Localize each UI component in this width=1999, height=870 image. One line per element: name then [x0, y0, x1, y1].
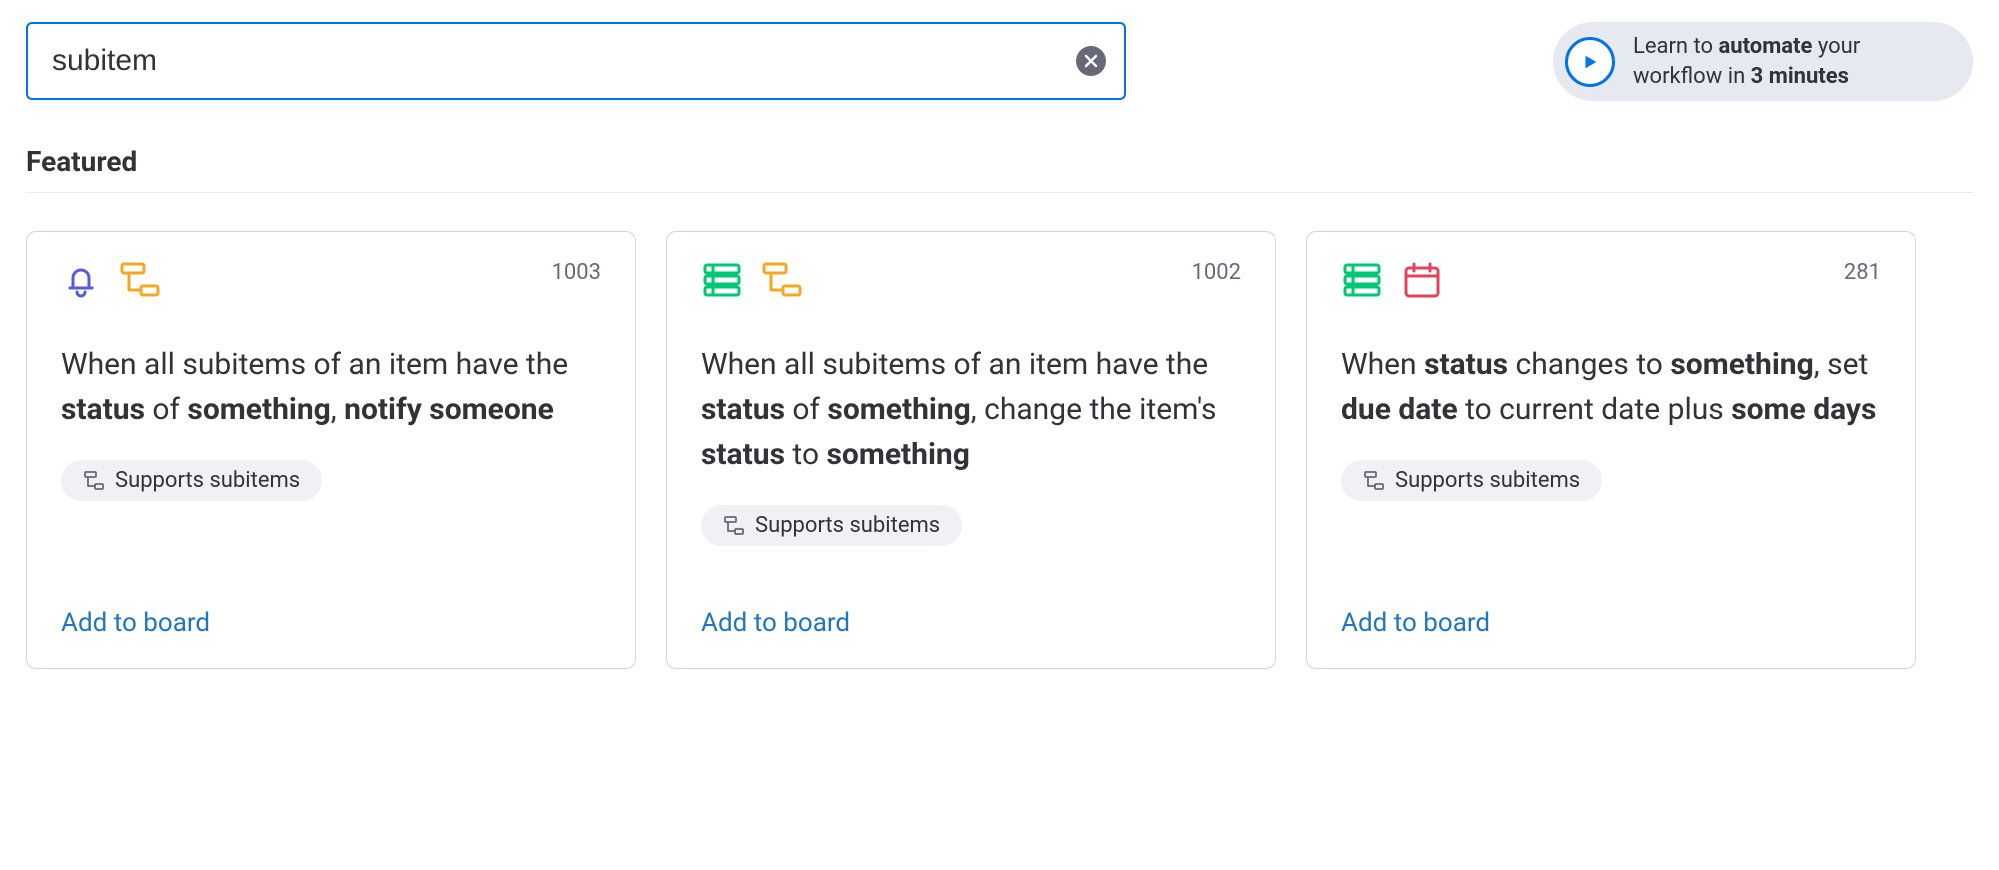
supports-subitems-badge: Supports subitems: [701, 505, 962, 546]
automation-card[interactable]: 281 When status changes to something, set…: [1306, 231, 1916, 669]
clear-search-button[interactable]: [1076, 46, 1106, 76]
subitems-icon: [761, 260, 803, 300]
add-to-board-link[interactable]: Add to board: [1341, 546, 1881, 638]
close-icon: [1083, 53, 1099, 69]
usage-count: 281: [1844, 260, 1881, 285]
add-to-board-link[interactable]: Add to board: [61, 546, 601, 638]
learn-automate-promo[interactable]: Learn to automate your workflow in 3 min…: [1553, 22, 1973, 101]
card-icons: [61, 260, 161, 300]
usage-count: 1002: [1192, 260, 1241, 285]
automation-description: When all subitems of an item have the st…: [61, 342, 601, 432]
cards-row: 1003 When all subitems of an item have th…: [26, 231, 1973, 669]
automation-card[interactable]: 1002 When all subitems of an item have th…: [666, 231, 1276, 669]
usage-count: 1003: [552, 260, 601, 285]
subitems-icon: [119, 260, 161, 300]
add-to-board-link[interactable]: Add to board: [701, 546, 1241, 638]
subitems-icon: [83, 470, 105, 492]
subitems-icon: [723, 515, 745, 537]
supports-subitems-badge: Supports subitems: [1341, 460, 1602, 501]
automation-card[interactable]: 1003 When all subitems of an item have th…: [26, 231, 636, 669]
rows-icon: [701, 260, 743, 300]
badge-label: Supports subitems: [115, 468, 300, 493]
rows-icon: [1341, 260, 1383, 300]
bell-icon: [61, 260, 101, 300]
section-heading-featured: Featured: [26, 145, 1973, 193]
supports-subitems-badge: Supports subitems: [61, 460, 322, 501]
badge-label: Supports subitems: [1395, 468, 1580, 493]
play-icon: [1565, 37, 1615, 87]
search-container: [26, 22, 1126, 100]
calendar-icon: [1401, 260, 1443, 300]
automation-description: When status changes to something, set du…: [1341, 342, 1881, 432]
card-icons: [701, 260, 803, 300]
badge-label: Supports subitems: [755, 513, 940, 538]
search-input[interactable]: [26, 22, 1126, 100]
subitems-icon: [1363, 470, 1385, 492]
learn-automate-text: Learn to automate your workflow in 3 min…: [1633, 32, 1943, 91]
card-icons: [1341, 260, 1443, 300]
automation-description: When all subitems of an item have the st…: [701, 342, 1241, 477]
